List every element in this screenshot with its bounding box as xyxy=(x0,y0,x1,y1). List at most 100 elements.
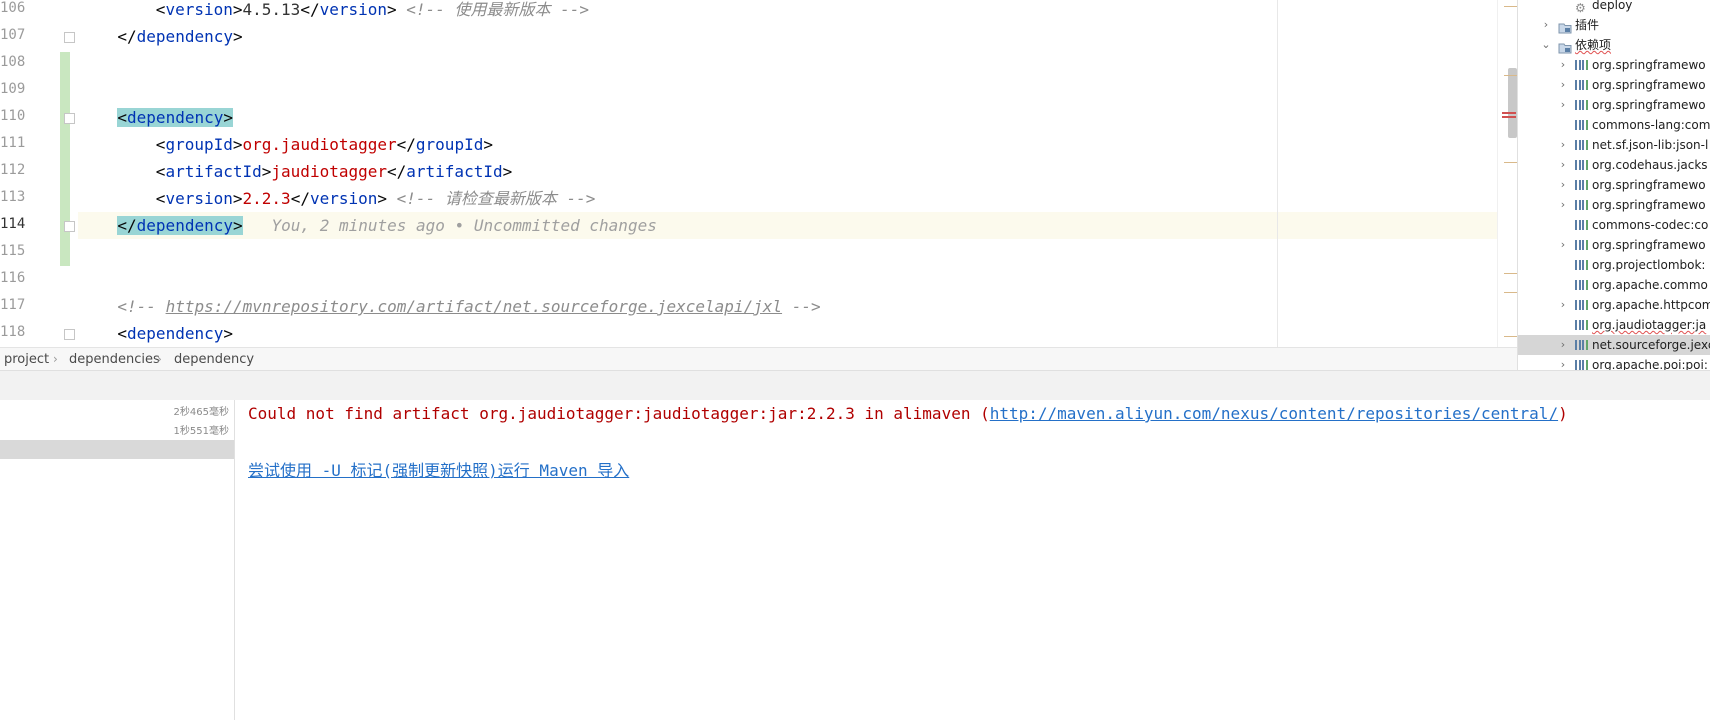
fold-toggle-icon[interactable] xyxy=(64,221,75,232)
maven-tree-item-label: commons-codec:co xyxy=(1592,218,1709,232)
code-line[interactable]: </dependency> xyxy=(78,23,1517,50)
code-line[interactable]: <dependency> xyxy=(78,104,1517,131)
code-token: < xyxy=(155,135,166,154)
maven-tree-item-label: org.apache.commo xyxy=(1592,278,1708,292)
code-token: jaudiotagger xyxy=(271,162,387,181)
fold-toggle-icon[interactable] xyxy=(64,32,75,43)
breadcrumb-item-dependencies[interactable]: dependencies xyxy=(69,348,160,371)
chevron-right-icon[interactable]: › xyxy=(1558,175,1568,195)
maven-tool-window-tree[interactable]: ⚙ deploy › 插件 ⌄ 依赖项 › org.springframewo › org.spr… xyxy=(1517,0,1710,370)
maven-tree-item[interactable]: › org.springframewo xyxy=(1518,235,1710,255)
chevron-right-icon[interactable]: › xyxy=(1541,15,1551,35)
error-marker[interactable] xyxy=(1502,116,1516,118)
code-token: dependency xyxy=(127,108,224,127)
error-marker[interactable] xyxy=(1502,112,1516,114)
chevron-right-icon[interactable]: › xyxy=(1558,295,1568,315)
chevron-right-icon[interactable]: › xyxy=(1558,195,1568,215)
build-console[interactable]: Could not find artifact org.jaudiotagger… xyxy=(235,400,1710,720)
code-line[interactable]: <version>2.2.3</version> <!-- 请检查最新版本 --… xyxy=(78,185,1517,212)
code-line[interactable]: <!-- https://mvnrepository.com/artifact/… xyxy=(78,293,1517,320)
maven-tree-item-label: org.codehaus.jacks xyxy=(1592,158,1708,172)
line-gutter: 106 107 108 109 110 111 112 113 114 115 116 117 118 xyxy=(0,0,75,347)
maven-tree-item[interactable]: ⚙ deploy xyxy=(1518,0,1710,15)
code-token: > xyxy=(232,135,243,154)
chevron-right-icon[interactable]: › xyxy=(1558,155,1568,175)
code-token: artifactId xyxy=(165,162,262,181)
maven-tree-item-label: deploy xyxy=(1592,0,1633,12)
code-line[interactable]: <groupId>org.jaudiotagger</groupId> xyxy=(78,131,1517,158)
change-marker[interactable] xyxy=(1504,336,1517,337)
code-line[interactable]: </dependency> You, 2 minutes ago • Uncom… xyxy=(78,212,1517,239)
maven-tree-item[interactable]: › net.sf.json-lib:json-l xyxy=(1518,135,1710,155)
code-line[interactable]: <artifactId>jaudiotagger</artifactId> xyxy=(78,158,1517,185)
chevron-right-icon[interactable]: › xyxy=(1558,75,1568,95)
maven-tree-item[interactable]: ⌄ 依赖项 xyxy=(1518,35,1710,55)
change-marker[interactable] xyxy=(1504,75,1517,76)
code-line[interactable]: <dependency> xyxy=(78,320,1517,347)
breadcrumb-item-project[interactable]: project xyxy=(4,348,49,371)
code-line[interactable] xyxy=(78,77,1517,104)
code-area[interactable]: <version>4.5.13</version> <!-- 使用最新版本 --… xyxy=(78,0,1517,347)
repository-link[interactable]: http://maven.aliyun.com/nexus/content/re… xyxy=(990,404,1558,423)
maven-tree-item[interactable]: org.projectlombok: xyxy=(1518,255,1710,275)
code-token: < xyxy=(155,162,166,181)
code-token: < xyxy=(117,324,128,343)
code-line[interactable] xyxy=(78,50,1517,77)
fold-toggle-icon[interactable] xyxy=(64,113,75,124)
breadcrumb: project › dependencies › dependency xyxy=(0,347,1517,371)
build-tree[interactable]: 2秒465毫秒 1秒551毫秒 xyxy=(0,400,235,720)
library-icon xyxy=(1575,260,1589,270)
maven-tree-item[interactable]: commons-codec:co xyxy=(1518,215,1710,235)
change-marker[interactable] xyxy=(1504,6,1517,7)
vcs-change-bar[interactable] xyxy=(60,52,70,266)
maven-tree-item[interactable]: › 插件 xyxy=(1518,15,1710,35)
library-icon xyxy=(1575,80,1589,90)
chevron-down-icon[interactable]: ⌄ xyxy=(1541,35,1551,55)
change-marker[interactable] xyxy=(1504,273,1517,274)
chevron-right-icon[interactable]: › xyxy=(1558,55,1568,75)
change-marker[interactable] xyxy=(1504,292,1517,293)
code-token: < xyxy=(155,0,166,19)
change-marker[interactable] xyxy=(1504,162,1517,163)
maven-tree-item[interactable]: › org.apache.httpcom xyxy=(1518,295,1710,315)
code-token: < xyxy=(155,189,166,208)
fold-toggle-icon[interactable] xyxy=(64,329,75,340)
maven-tree-item[interactable]: › org.apache.poi:poi: xyxy=(1518,355,1710,370)
maven-tree-item[interactable]: › org.springframewo xyxy=(1518,95,1710,115)
run-maven-import-link[interactable]: 尝试使用 -U 标记(强制更新快照)运行 Maven 导入 xyxy=(248,457,629,481)
chevron-right-icon[interactable]: › xyxy=(1558,335,1568,355)
code-token: version xyxy=(309,189,378,208)
maven-tree-item[interactable]: org.jaudiotagger:ja xyxy=(1518,315,1710,335)
code-token: </ xyxy=(396,135,416,154)
library-icon xyxy=(1575,160,1589,170)
error-stripe[interactable] xyxy=(1497,0,1517,347)
maven-tree-item[interactable]: › org.springframewo xyxy=(1518,175,1710,195)
code-token: <!-- 请检查最新版本 --> xyxy=(387,189,596,208)
maven-tree-item[interactable]: › org.springframewo xyxy=(1518,75,1710,95)
code-line[interactable] xyxy=(78,239,1517,266)
chevron-right-icon[interactable]: › xyxy=(1558,355,1568,370)
build-tree-selected-row[interactable] xyxy=(0,440,234,459)
editor-scrollbar-thumb[interactable] xyxy=(1508,68,1517,138)
maven-tree-item[interactable]: org.apache.commo xyxy=(1518,275,1710,295)
maven-tree-item[interactable]: commons-lang:com xyxy=(1518,115,1710,135)
code-token: > xyxy=(261,162,272,181)
maven-tree-item[interactable]: › net.sourceforge.jexc xyxy=(1518,335,1710,355)
tool-window-header[interactable] xyxy=(0,370,1710,401)
maven-tree-item[interactable]: › org.springframewo xyxy=(1518,195,1710,215)
breadcrumb-item-dependency[interactable]: dependency xyxy=(174,348,254,371)
code-token: version xyxy=(165,189,233,208)
maven-tree-item[interactable]: › org.springframewo xyxy=(1518,55,1710,75)
code-line[interactable]: <version>4.5.13</version> <!-- 使用最新版本 --… xyxy=(78,0,1517,23)
chevron-right-icon[interactable]: › xyxy=(1558,135,1568,155)
code-line[interactable] xyxy=(78,266,1517,293)
code-token: version xyxy=(319,0,388,19)
chevron-right-icon[interactable]: › xyxy=(1558,95,1568,115)
line-number: 113 xyxy=(0,189,26,205)
code-token: </ xyxy=(117,27,137,46)
chevron-right-icon[interactable]: › xyxy=(1558,235,1568,255)
maven-tree-item[interactable]: › org.codehaus.jacks xyxy=(1518,155,1710,175)
library-icon xyxy=(1575,240,1589,250)
line-number: 109 xyxy=(0,81,26,97)
code-editor[interactable]: 106 107 108 109 110 111 112 113 114 115 116 117 118 … xyxy=(0,0,1517,347)
